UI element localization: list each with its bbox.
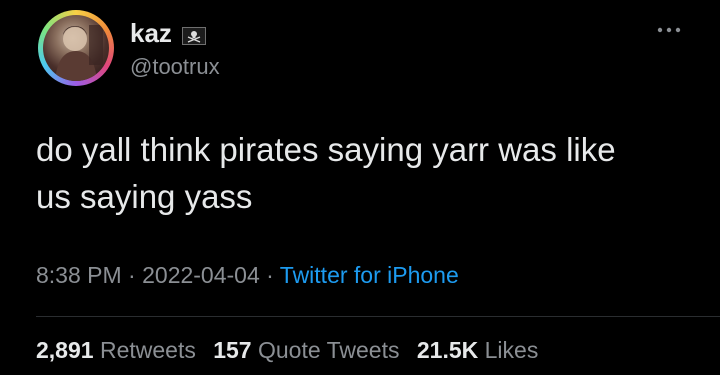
tweet-date[interactable]: 2022-04-04 [142,262,260,288]
quote-tweets-label: Quote Tweets [257,337,400,363]
quote-tweets-stat[interactable]: 157 Quote Tweets [213,337,399,363]
likes-stat[interactable]: 21.5K Likes [417,337,538,363]
divider [36,316,720,317]
author-handle[interactable]: @tootrux [130,54,220,80]
meta-separator: · [259,262,280,288]
more-options-icon[interactable] [656,22,682,33]
tweet-stats: 2,891 Retweets 157 Quote Tweets 21.5K Li… [36,337,549,364]
tweet-text: do yall think pirates saying yarr was li… [36,131,616,215]
author-name-row: kaz [130,18,206,49]
retweets-label: Retweets [99,337,196,363]
meta-separator: · [121,262,143,288]
avatar-image [43,15,109,81]
tweet-card: kaz @tootrux do yall think pirates sayin… [0,0,720,375]
likes-count: 21.5K [416,337,479,363]
likes-label: Likes [484,337,539,363]
author-display-name[interactable]: kaz [130,18,172,49]
retweets-stat[interactable]: 2,891 Retweets [36,337,196,363]
retweets-count: 2,891 [36,337,94,363]
quote-tweets-count: 157 [213,337,252,363]
tweet-meta: 8:38 PM · 2022-04-04 · Twitter for iPhon… [36,262,459,289]
pirate-flag-icon [181,26,206,45]
avatar[interactable] [38,10,114,86]
tweet-source-link[interactable]: Twitter for iPhone [280,262,459,288]
tweet-time[interactable]: 8:38 PM [36,262,122,288]
